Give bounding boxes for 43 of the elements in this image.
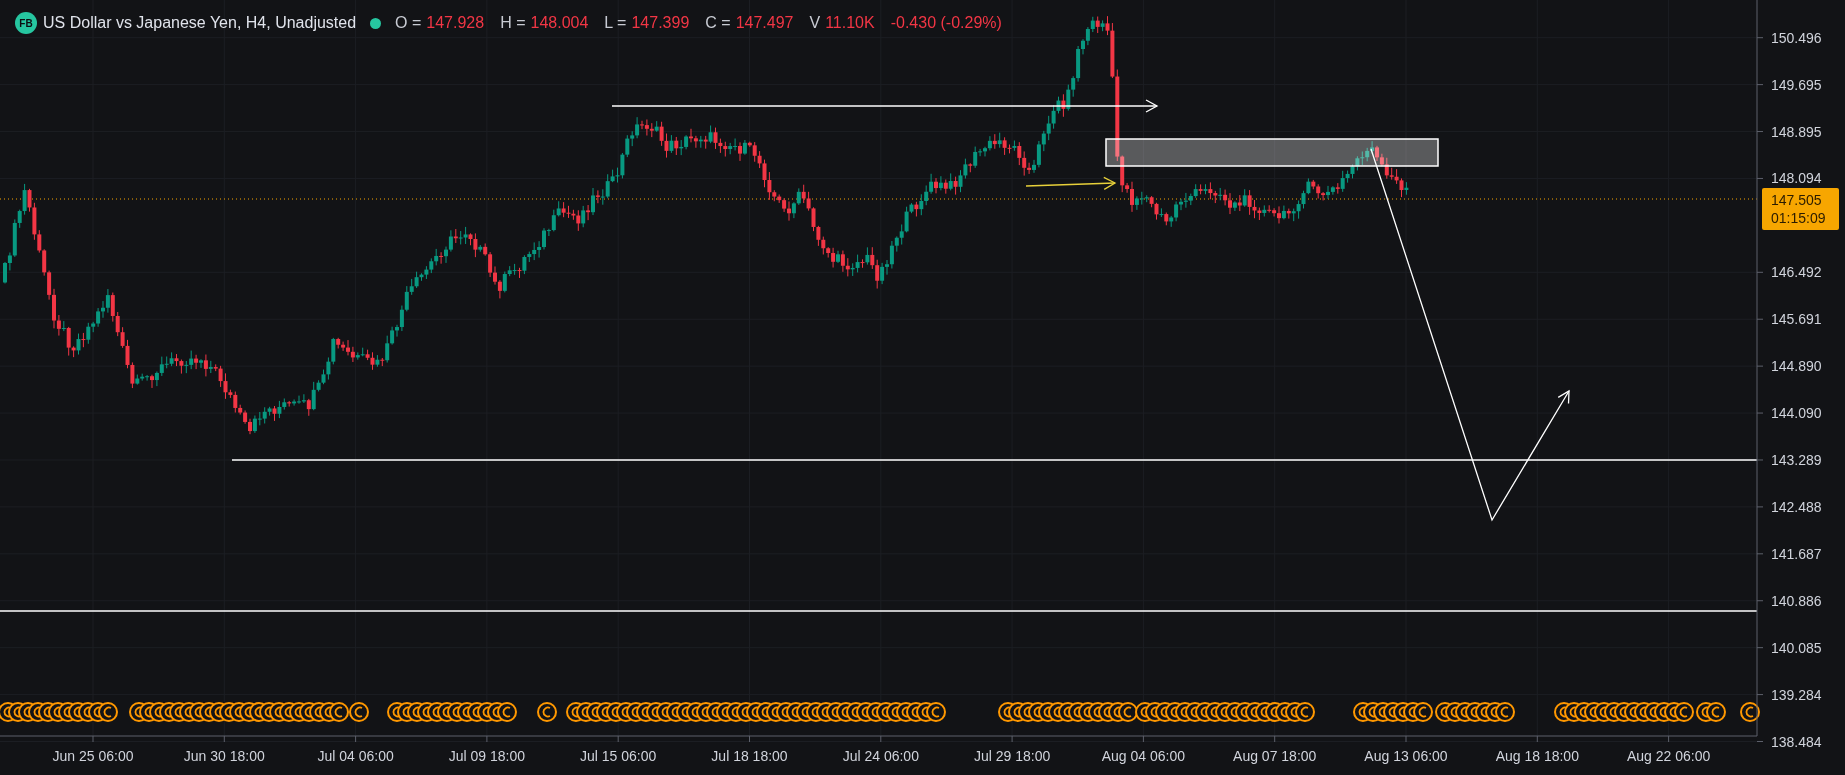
price-label: 148.895 bbox=[1771, 123, 1822, 140]
price-label: 144.090 bbox=[1771, 405, 1822, 422]
price-label: 146.492 bbox=[1771, 264, 1822, 281]
symbol-logo: FB bbox=[15, 12, 37, 34]
price-label: 142.488 bbox=[1771, 498, 1822, 515]
value-text: 11.10K bbox=[825, 13, 875, 33]
value-text: 148.004 bbox=[530, 13, 589, 33]
time-label: Jul 04 06:00 bbox=[317, 748, 394, 764]
price-label: 140.085 bbox=[1771, 639, 1822, 656]
price-label: 145.691 bbox=[1771, 311, 1822, 328]
time-label: Aug 13 06:00 bbox=[1364, 748, 1448, 764]
value-label: H = bbox=[500, 13, 526, 33]
value-label: L = bbox=[604, 13, 627, 33]
price-label: 143.289 bbox=[1771, 452, 1822, 468]
change-text: -0.430 (-0.29%) bbox=[890, 13, 1002, 33]
value-label: O = bbox=[395, 13, 422, 33]
price-label: 139.284 bbox=[1771, 686, 1822, 703]
time-label: Jun 25 06:00 bbox=[52, 748, 134, 764]
value-text: 147.399 bbox=[631, 13, 690, 33]
price-label: 149.695 bbox=[1771, 76, 1822, 93]
price-label: 140.886 bbox=[1771, 592, 1822, 609]
price-label: 150.496 bbox=[1771, 29, 1822, 46]
price-label: 144.890 bbox=[1771, 358, 1822, 375]
current-price-label: 147.505 bbox=[1771, 192, 1822, 208]
time-label: Aug 18 18:00 bbox=[1495, 748, 1579, 764]
price-label: 148.094 bbox=[1771, 170, 1822, 187]
value-label: V bbox=[809, 13, 821, 33]
time-label: Jul 18 18:00 bbox=[711, 748, 788, 764]
value-text: 147.928 bbox=[426, 13, 485, 33]
symbol-title[interactable]: US Dollar vs Japanese Yen, H4, Unadjusted bbox=[43, 11, 357, 35]
time-label: Aug 04 06:00 bbox=[1101, 748, 1186, 764]
time-label: Jul 24 06:00 bbox=[842, 748, 919, 764]
value-label: C = bbox=[705, 13, 731, 33]
countdown-label: 01:15:09 bbox=[1771, 210, 1826, 226]
price-label: 138.484 bbox=[1771, 733, 1822, 750]
price-label: 141.687 bbox=[1771, 545, 1822, 562]
time-label: Aug 22 06:00 bbox=[1626, 748, 1711, 764]
time-label: Jun 30 18:00 bbox=[183, 748, 265, 764]
time-label: Jul 09 18:00 bbox=[448, 748, 526, 764]
time-label: Jul 15 06:00 bbox=[580, 748, 657, 764]
time-label: Jul 29 18:00 bbox=[973, 748, 1051, 764]
time-label: Aug 07 18:00 bbox=[1233, 748, 1317, 764]
value-text: 147.497 bbox=[735, 13, 794, 33]
